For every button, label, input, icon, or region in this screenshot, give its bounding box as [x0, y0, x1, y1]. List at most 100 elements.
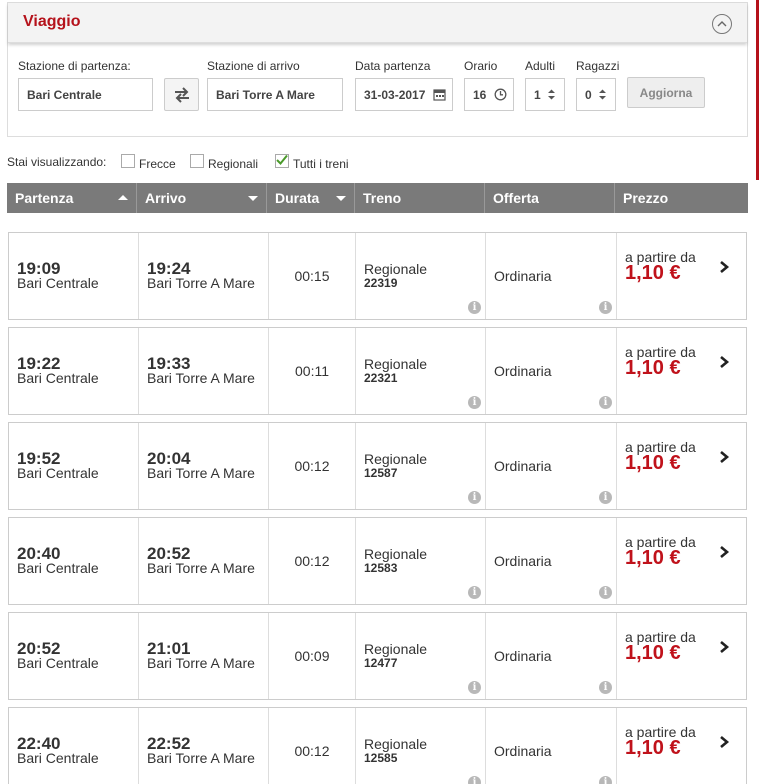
train-info-icon[interactable]: i: [468, 396, 481, 409]
header-arrival[interactable]: Arrivo: [137, 183, 267, 213]
price-cell: a partire da 1,10 €: [617, 423, 746, 509]
arrival-field[interactable]: Bari Torre A Mare: [207, 78, 343, 111]
header-duration-label: Durata: [275, 190, 320, 206]
header-offer-label: Offerta: [493, 190, 539, 206]
table-row[interactable]: 19:52 Bari Centrale 20:04 Bari Torre A Mare…: [8, 422, 747, 510]
duration-value: 00:12: [294, 553, 330, 569]
kids-select[interactable]: 0: [576, 78, 616, 111]
filter-all-trains-label: Tutti i treni: [293, 157, 349, 171]
train-cell: Regionale 12583 i: [356, 518, 486, 604]
calendar-icon: [433, 89, 446, 101]
table-row[interactable]: 22:40 Bari Centrale 22:52 Bari Torre A Mare…: [8, 707, 747, 784]
chevron-right-icon[interactable]: [718, 355, 730, 369]
table-row[interactable]: 19:22 Bari Centrale 19:33 Bari Torre A Mare…: [8, 327, 747, 415]
offer-cell: Ordinaria i: [486, 328, 617, 414]
table-row[interactable]: 19:09 Bari Centrale 19:24 Bari Torre A Mare…: [8, 232, 747, 320]
filter-all-trains-checkbox[interactable]: [275, 154, 289, 168]
price-value: 1,10 €: [625, 547, 681, 569]
train-number: 12477: [364, 656, 398, 670]
offer-name: Ordinaria: [494, 268, 552, 284]
offer-info-icon[interactable]: i: [599, 301, 612, 314]
header-departure[interactable]: Partenza: [7, 183, 137, 213]
train-type: Regionale: [364, 546, 428, 562]
departure-station: Bari Centrale: [17, 750, 99, 766]
departure-cell: 20:52 Bari Centrale: [9, 613, 139, 699]
duration-cell: 00:12: [269, 423, 356, 509]
table-row[interactable]: 20:52 Bari Centrale 21:01 Bari Torre A Mare…: [8, 612, 747, 700]
departure-station: Bari Centrale: [17, 655, 99, 671]
duration-value: 00:09: [294, 648, 330, 664]
arrival-cell: 21:01 Bari Torre A Mare: [139, 613, 269, 699]
duration-cell: 00:12: [269, 518, 356, 604]
arrival-label: Stazione di arrivo: [207, 59, 300, 73]
clock-icon: [494, 88, 507, 101]
price-value: 1,10 €: [625, 262, 681, 284]
departure-station: Bari Centrale: [17, 275, 99, 291]
duration-value: 00:12: [294, 743, 330, 759]
train-cell: Regionale 22319 i: [356, 233, 486, 319]
departure-station: Bari Centrale: [17, 370, 99, 386]
duration-value: 00:11: [295, 363, 329, 379]
train-info-icon[interactable]: i: [468, 681, 481, 694]
train-info-icon[interactable]: i: [468, 586, 481, 599]
arrival-cell: 20:04 Bari Torre A Mare: [139, 423, 269, 509]
price-cell: a partire da 1,10 €: [617, 518, 746, 604]
train-info-icon[interactable]: i: [468, 491, 481, 504]
chevron-right-icon[interactable]: [718, 735, 730, 749]
table-row[interactable]: 20:40 Bari Centrale 20:52 Bari Torre A Mare…: [8, 517, 747, 605]
journey-panel: Viaggio Stazione di partenza: Bari Centr…: [7, 2, 748, 137]
date-field[interactable]: 31-03-2017: [355, 78, 453, 111]
offer-info-icon[interactable]: i: [599, 586, 612, 599]
swap-stations-button[interactable]: [164, 78, 199, 111]
train-cell: Regionale 22321 i: [356, 328, 486, 414]
train-cell: Regionale 12585 i: [356, 708, 486, 784]
offer-name: Ordinaria: [494, 743, 552, 759]
arrival-cell: 19:33 Bari Torre A Mare: [139, 328, 269, 414]
page-edge-accent: [756, 0, 761, 180]
train-info-icon[interactable]: i: [468, 301, 481, 314]
offer-cell: Ordinaria i: [486, 233, 617, 319]
update-button[interactable]: Aggiorna: [627, 77, 705, 108]
departure-cell: 22:40 Bari Centrale: [9, 708, 139, 784]
duration-value: 00:15: [294, 268, 330, 284]
time-field[interactable]: 16: [464, 78, 514, 111]
offer-name: Ordinaria: [494, 553, 552, 569]
price-cell: a partire da 1,10 €: [617, 233, 746, 319]
departure-cell: 19:09 Bari Centrale: [9, 233, 139, 319]
offer-name: Ordinaria: [494, 648, 552, 664]
departure-field[interactable]: Bari Centrale: [18, 78, 153, 111]
train-info-icon[interactable]: i: [468, 776, 481, 784]
filter-frecce-checkbox[interactable]: [121, 154, 135, 168]
chevron-right-icon[interactable]: [718, 450, 730, 464]
results-table-header: Partenza Arrivo Durata Treno Offerta Pre…: [7, 183, 748, 213]
offer-info-icon[interactable]: i: [599, 396, 612, 409]
offer-info-icon[interactable]: i: [599, 681, 612, 694]
offer-info-icon[interactable]: i: [599, 491, 612, 504]
offer-info-icon[interactable]: i: [599, 776, 612, 784]
arrival-value: Bari Torre A Mare: [216, 87, 315, 102]
kids-value: 0: [585, 87, 592, 102]
collapse-button[interactable]: [712, 14, 732, 34]
price-cell: a partire da 1,10 €: [617, 708, 746, 784]
header-price: Prezzo: [615, 183, 748, 213]
train-type: Regionale: [364, 261, 428, 277]
date-value: 31-03-2017: [364, 87, 426, 102]
adults-select[interactable]: 1: [525, 78, 565, 111]
arrival-station: Bari Torre A Mare: [147, 655, 255, 671]
header-departure-label: Partenza: [15, 190, 74, 206]
chevron-right-icon[interactable]: [718, 260, 730, 274]
filter-regionali-checkbox[interactable]: [190, 154, 204, 168]
time-value: 16: [473, 87, 487, 102]
train-number: 12587: [364, 466, 398, 480]
header-price-label: Prezzo: [623, 190, 669, 206]
offer-name: Ordinaria: [494, 363, 552, 379]
header-offer: Offerta: [485, 183, 615, 213]
train-cell: Regionale 12587 i: [356, 423, 486, 509]
chevron-right-icon[interactable]: [718, 545, 730, 559]
chevron-right-icon[interactable]: [718, 640, 730, 654]
journey-panel-header: Viaggio: [8, 3, 747, 43]
header-duration[interactable]: Durata: [267, 183, 355, 213]
filter-regionali-label: Regionali: [208, 157, 259, 171]
train-number: 12583: [364, 561, 398, 575]
sort-up-icon: [118, 195, 128, 200]
